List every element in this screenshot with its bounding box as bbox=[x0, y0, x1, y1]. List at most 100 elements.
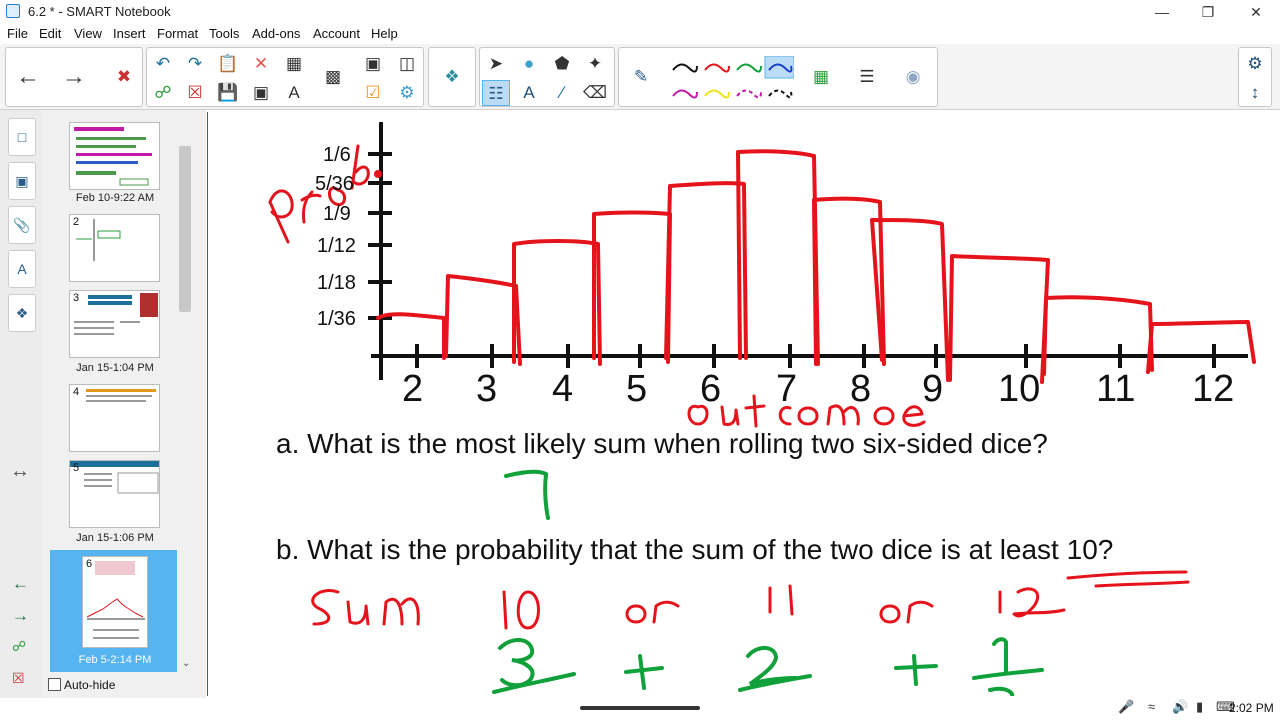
next-page-icon[interactable]: → bbox=[12, 606, 29, 626]
x-tick-2: 2 bbox=[402, 368, 424, 410]
color-palette-icon[interactable]: ▦ bbox=[807, 64, 835, 90]
autohide-checkbox[interactable] bbox=[48, 678, 61, 691]
delete-icon[interactable]: ✕ bbox=[247, 51, 275, 77]
redo-icon[interactable]: ↷ bbox=[181, 51, 209, 77]
pen-color-swatches[interactable] bbox=[669, 56, 794, 104]
page-number-2: 2 bbox=[73, 216, 80, 228]
gallery-icon[interactable]: ▣ bbox=[8, 162, 36, 200]
y-tick-1-9: 1/9 bbox=[323, 203, 351, 225]
paste-icon[interactable]: 📋 bbox=[214, 51, 242, 77]
add-page-sidebar-icon[interactable]: ☍ bbox=[12, 638, 26, 655]
eraser-icon[interactable]: ⌫ bbox=[581, 80, 609, 106]
document-camera-icon[interactable]: ◫ bbox=[393, 51, 421, 77]
addons-tab-icon[interactable]: ❖ bbox=[8, 294, 36, 332]
page-sorter-icon[interactable]: □ bbox=[8, 118, 36, 156]
screen-shade-icon[interactable]: ▣ bbox=[247, 80, 275, 106]
home-indicator[interactable] bbox=[580, 706, 700, 710]
x-tick-10: 10 bbox=[998, 368, 1041, 410]
properties-icon[interactable]: A bbox=[8, 250, 36, 288]
delete-page-sidebar-icon[interactable]: ☒ bbox=[12, 670, 25, 687]
gear-icon[interactable]: ⚙ bbox=[1241, 51, 1269, 77]
page-number-5: 5 bbox=[73, 462, 80, 474]
x-tick-3: 3 bbox=[476, 368, 498, 410]
move-toolbar-icon[interactable]: ↕ bbox=[1241, 80, 1269, 106]
text-recognition-icon[interactable]: A bbox=[280, 80, 308, 106]
text-tool-icon[interactable]: A bbox=[515, 80, 543, 106]
x-tick-7: 7 bbox=[776, 368, 798, 410]
microphone-icon[interactable]: 🎤 bbox=[1118, 699, 1134, 715]
menu-account[interactable]: Account bbox=[313, 26, 360, 41]
add-page-icon[interactable]: ☍ bbox=[149, 80, 177, 106]
fill-icon[interactable]: ⬟ bbox=[548, 51, 576, 77]
page-thumbnail-5[interactable]: 5 bbox=[69, 460, 160, 528]
menu-view[interactable]: View bbox=[74, 26, 102, 41]
shapes-icon[interactable]: ● bbox=[515, 51, 543, 77]
activity-group: ❖ bbox=[428, 47, 476, 107]
maximize-button[interactable]: ❐ bbox=[1188, 2, 1228, 22]
pen-group: ✎ ▦ ☰ ◉ bbox=[618, 47, 938, 107]
line-style-icon[interactable]: ☰ bbox=[853, 64, 881, 90]
attachments-icon[interactable]: 📎 bbox=[8, 206, 36, 244]
x-tick-11: 11 bbox=[1096, 368, 1136, 410]
nav-group: ← → ✖ bbox=[5, 47, 143, 107]
table-icon[interactable]: ▦ bbox=[280, 51, 308, 77]
menu-help[interactable]: Help bbox=[371, 26, 398, 41]
select-icon[interactable]: ➤ bbox=[482, 51, 510, 77]
page-thumbnail-3[interactable]: 3 bbox=[69, 290, 160, 358]
response-icon[interactable]: ☑ bbox=[359, 80, 387, 106]
page-thumbnail-4[interactable]: 4 bbox=[69, 384, 160, 452]
page-thumbnail-1[interactable] bbox=[69, 122, 160, 190]
screen-capture-icon[interactable]: ▩ bbox=[319, 64, 347, 90]
back-arrow-icon[interactable]: ← bbox=[14, 64, 42, 90]
page-label-3: Jan 15-1:04 PM bbox=[76, 362, 154, 374]
title-bar: 6.2 * - SMART Notebook — ❐ ✕ bbox=[0, 0, 1280, 24]
undo-icon[interactable]: ↶ bbox=[149, 51, 177, 77]
previous-page-icon[interactable]: ← bbox=[12, 574, 29, 594]
menu-format[interactable]: Format bbox=[157, 26, 198, 41]
menu-insert[interactable]: Insert bbox=[113, 26, 146, 41]
close-button[interactable]: ✕ bbox=[1236, 2, 1276, 22]
autohide-label: Auto-hide bbox=[64, 678, 116, 692]
menu-tools[interactable]: Tools bbox=[209, 26, 239, 41]
menu-edit[interactable]: Edit bbox=[39, 26, 61, 41]
menu-addons[interactable]: Add-ons bbox=[252, 26, 300, 41]
wifi-icon[interactable]: ≈ bbox=[1148, 699, 1155, 714]
delete-page-icon[interactable]: ✖ bbox=[110, 64, 138, 90]
minimize-button[interactable]: — bbox=[1142, 2, 1182, 22]
puzzle-icon[interactable]: ❖ bbox=[438, 64, 466, 90]
x-tick-12: 12 bbox=[1192, 368, 1235, 410]
x-tick-9: 9 bbox=[922, 368, 944, 410]
battery-icon[interactable]: ▮ bbox=[1196, 699, 1203, 715]
question-a: a. What is the most likely sum when roll… bbox=[276, 428, 1048, 459]
measure-icon[interactable]: ☷ bbox=[482, 80, 510, 106]
sidebar-scrollbar[interactable] bbox=[179, 146, 191, 312]
page-label-1: Feb 10-9:22 AM bbox=[75, 192, 155, 204]
forward-arrow-icon[interactable]: → bbox=[60, 64, 88, 90]
page-number-4: 4 bbox=[73, 386, 80, 398]
taskbar: 🎤 ≈ 🔊 ▮ ⌨ 2:02 PM bbox=[0, 698, 1280, 720]
page-thumbnail-6[interactable]: 6 bbox=[82, 556, 148, 648]
menu-file[interactable]: File bbox=[7, 26, 28, 41]
camera-icon[interactable]: ▣ bbox=[359, 51, 387, 77]
resize-arrows-icon[interactable]: ↔ bbox=[10, 460, 30, 483]
x-tick-6: 6 bbox=[700, 368, 722, 410]
transparency-icon[interactable]: ◉ bbox=[899, 64, 927, 90]
edit-group: ↶ ↷ 📋 ✕ ▦ ☍ ☒ 💾 ▣ A ▩ ▣ ◫ ☑ ⚙ bbox=[146, 47, 424, 107]
notebook-canvas[interactable]: 1/6 5/36 1/9 1/12 1/18 1/36 2 3 4 5 6 7 … bbox=[207, 112, 1279, 696]
scroll-down-icon[interactable]: ⌄ bbox=[182, 658, 190, 669]
pen-icon[interactable]: ✎ bbox=[627, 64, 655, 90]
addon-icon[interactable]: ⚙ bbox=[393, 80, 421, 106]
page-thumbnail-2[interactable]: 2 bbox=[69, 214, 160, 282]
volume-icon[interactable]: 🔊 bbox=[1172, 699, 1188, 715]
page-sorter-sidebar: □ ▣ 📎 A ❖ ↔ ← → ☍ ☒ Feb 10-9:22 AM 2 3 J… bbox=[0, 110, 206, 698]
menu-bar: File Edit View Insert Format Tools Add-o… bbox=[0, 24, 1280, 44]
save-icon[interactable]: 💾 bbox=[214, 80, 242, 106]
magic-pen-icon[interactable]: ✦ bbox=[581, 51, 609, 77]
tools-group: ➤ ● ⬟ ✦ ☷ A ∕ ⌫ bbox=[479, 47, 615, 107]
y-tick-5-36: 5/36 bbox=[315, 173, 354, 195]
line-tool-icon[interactable]: ∕ bbox=[548, 80, 576, 106]
remove-page-icon[interactable]: ☒ bbox=[181, 80, 209, 106]
x-tick-8: 8 bbox=[850, 368, 872, 410]
x-tick-4: 4 bbox=[552, 368, 574, 410]
page-label-6: Feb 5-2:14 PM bbox=[78, 654, 152, 666]
